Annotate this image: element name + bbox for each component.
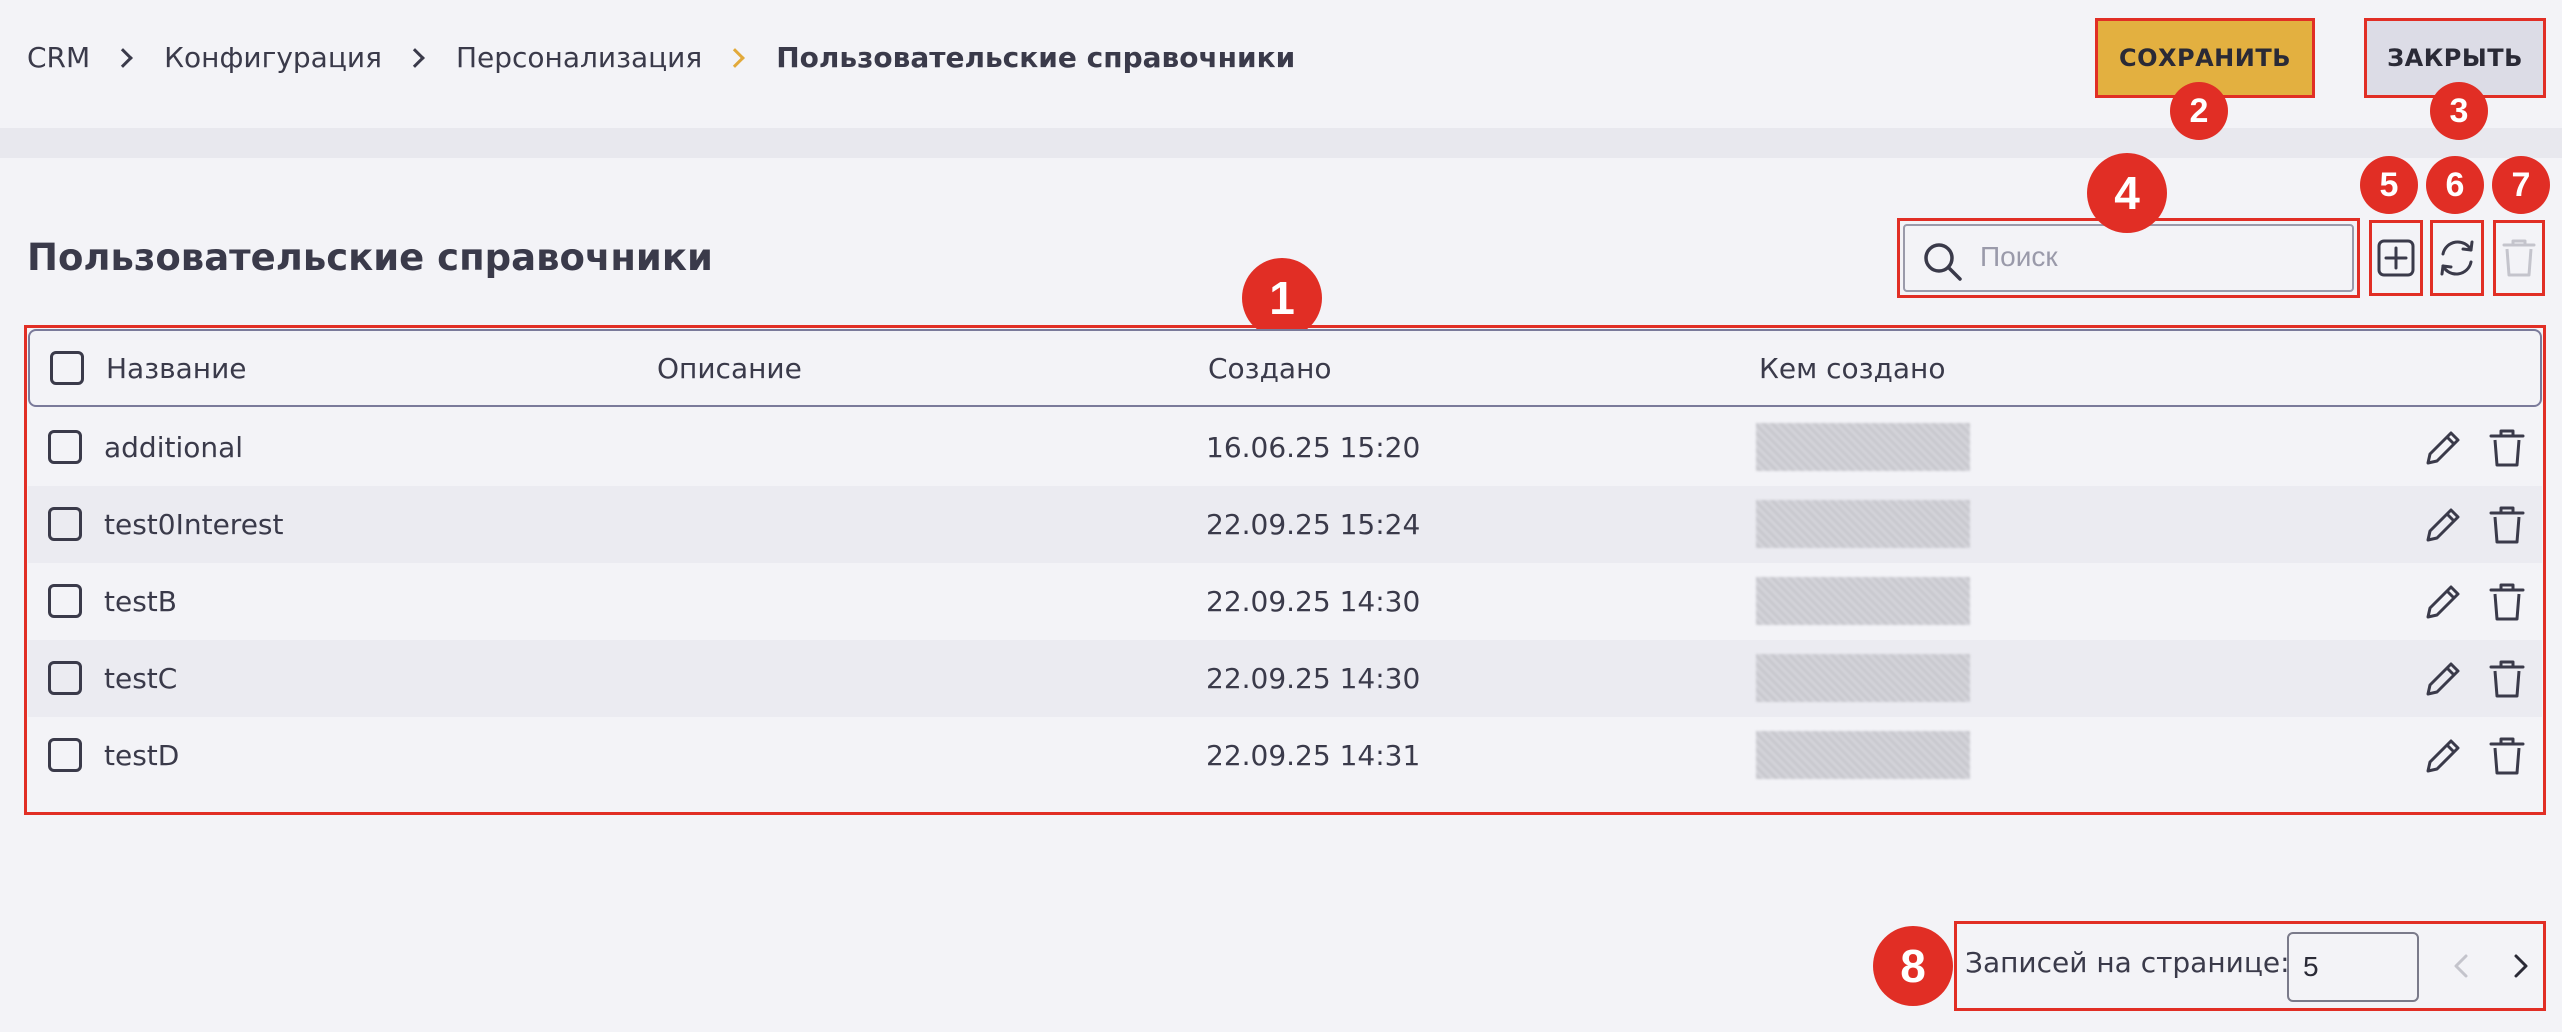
add-button[interactable] xyxy=(2369,220,2423,296)
annotation-badge-3: 3 xyxy=(2430,82,2488,140)
row-created: 22.09.25 14:30 xyxy=(1206,662,1421,695)
row-created: 22.09.25 14:31 xyxy=(1206,739,1421,772)
search-icon xyxy=(1924,243,1962,281)
annotation-badge-1: 1 xyxy=(1242,258,1322,338)
row-name: testB xyxy=(104,585,177,618)
refresh-button[interactable] xyxy=(2430,220,2484,296)
row-checkbox[interactable] xyxy=(48,507,82,541)
table-row[interactable]: additional 16.06.25 15:20 xyxy=(28,409,2542,486)
table-header: Название Описание Создано Кем создано xyxy=(28,329,2542,407)
annotation-badge-2: 2 xyxy=(2170,82,2228,140)
table-row[interactable]: testB 22.09.25 14:30 xyxy=(28,563,2542,640)
trash-icon[interactable] xyxy=(2486,735,2528,777)
trash-icon[interactable] xyxy=(2486,658,2528,700)
column-header-created[interactable]: Создано xyxy=(1208,331,1332,405)
row-created: 22.09.25 15:24 xyxy=(1206,508,1421,541)
column-header-name[interactable]: Название xyxy=(106,331,247,405)
trash-icon[interactable] xyxy=(2486,581,2528,623)
row-checkbox[interactable] xyxy=(48,661,82,695)
row-created: 16.06.25 15:20 xyxy=(1206,431,1421,464)
breadcrumb-item-personalization[interactable]: Персонализация xyxy=(456,38,702,78)
search-input[interactable] xyxy=(1980,235,2340,279)
annotation-badge-5: 5 xyxy=(2360,156,2418,214)
page-size-label: Записей на странице: xyxy=(1965,946,2290,979)
select-all-checkbox[interactable] xyxy=(50,351,84,385)
chevron-right-icon xyxy=(405,48,425,68)
row-checkbox[interactable] xyxy=(48,738,82,772)
page-title: Пользовательские справочники xyxy=(27,236,713,279)
row-checkbox[interactable] xyxy=(48,430,82,464)
row-name: testC xyxy=(104,662,178,695)
annotation-badge-8: 8 xyxy=(1873,926,1953,1006)
chevron-right-icon xyxy=(113,48,134,68)
column-header-description[interactable]: Описание xyxy=(657,331,802,405)
column-header-created-by[interactable]: Кем создано xyxy=(1759,331,1946,405)
table-row[interactable]: testD 22.09.25 14:31 xyxy=(28,717,2542,794)
edit-icon[interactable] xyxy=(2422,735,2464,777)
edit-icon[interactable] xyxy=(2422,504,2464,546)
row-created: 22.09.25 14:30 xyxy=(1206,585,1421,618)
redacted-author xyxy=(1756,423,1970,471)
redacted-author xyxy=(1756,731,1970,779)
edit-icon[interactable] xyxy=(2422,427,2464,469)
header-divider-band xyxy=(0,128,2562,158)
row-name: test0Interest xyxy=(104,508,284,541)
chevron-left-icon[interactable] xyxy=(2442,946,2482,986)
breadcrumb: CRM Конфигурация Персонализация Пользова… xyxy=(27,38,1295,78)
row-name: additional xyxy=(104,431,244,464)
chevron-right-icon[interactable] xyxy=(2500,946,2540,986)
redacted-author xyxy=(1756,654,1970,702)
plus-square-icon xyxy=(2377,239,2415,277)
redacted-author xyxy=(1756,577,1970,625)
trash-icon[interactable] xyxy=(2486,504,2528,546)
table-row[interactable]: test0Interest 22.09.25 15:24 xyxy=(28,486,2542,563)
edit-icon[interactable] xyxy=(2422,658,2464,700)
breadcrumb-item-configuration[interactable]: Конфигурация xyxy=(164,38,382,78)
trash-icon[interactable] xyxy=(2486,427,2528,469)
edit-icon[interactable] xyxy=(2422,581,2464,623)
row-checkbox[interactable] xyxy=(48,584,82,618)
annotation-badge-7: 7 xyxy=(2492,156,2550,214)
redacted-author xyxy=(1756,500,1970,548)
trash-icon xyxy=(2502,239,2536,277)
chevron-right-icon xyxy=(725,48,746,68)
delete-selected-button[interactable] xyxy=(2493,220,2545,296)
breadcrumb-item-crm[interactable]: CRM xyxy=(27,38,90,78)
row-name: testD xyxy=(104,739,180,772)
annotation-badge-6: 6 xyxy=(2426,156,2484,214)
breadcrumb-item-current: Пользовательские справочники xyxy=(776,41,1296,74)
annotation-badge-4: 4 xyxy=(2087,153,2167,233)
refresh-icon xyxy=(2440,240,2474,276)
page-size-input[interactable] xyxy=(2287,932,2419,1002)
table-row[interactable]: testC 22.09.25 14:30 xyxy=(28,640,2542,717)
pagination: Записей на странице: xyxy=(1954,921,2546,1011)
